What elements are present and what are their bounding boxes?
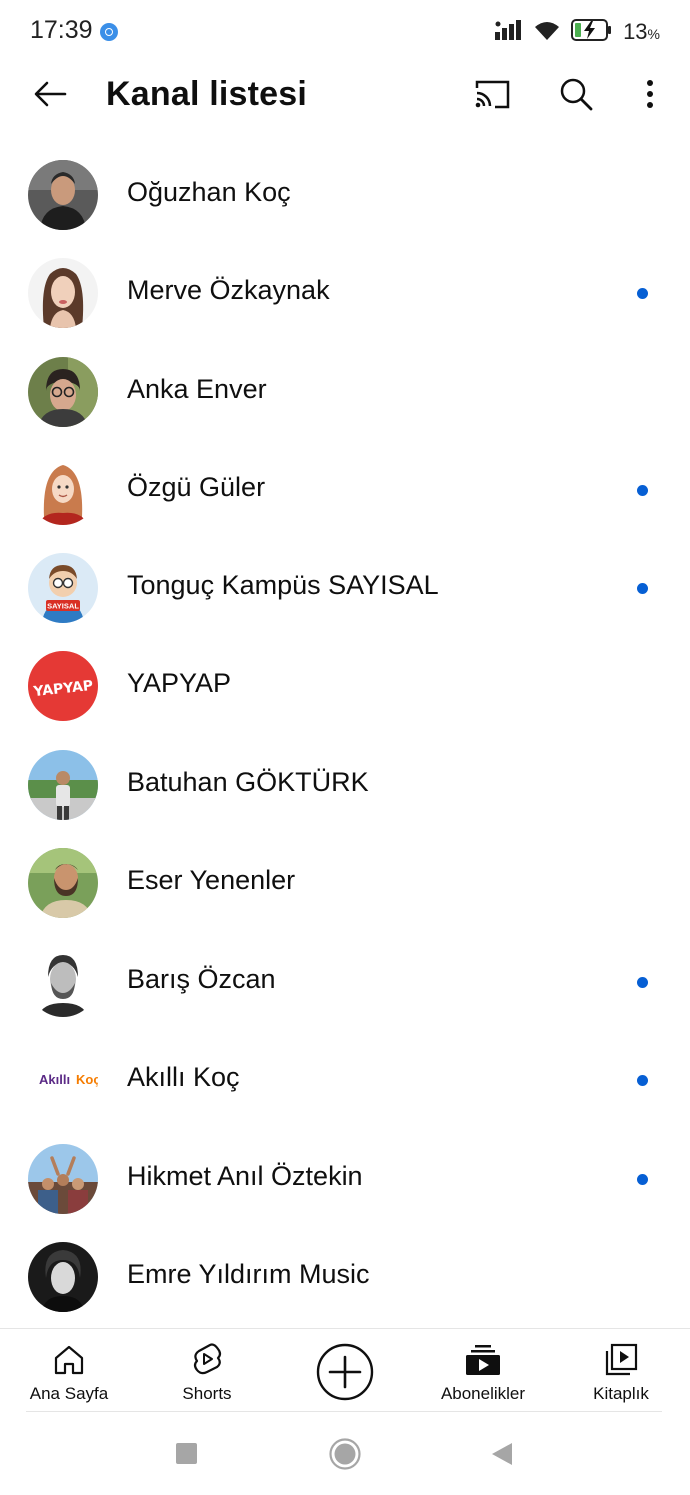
channel-avatar: Akıllı Koç bbox=[28, 1045, 98, 1115]
recent-apps-icon[interactable] bbox=[176, 1443, 197, 1464]
akilli-koc-logo-part2: Koç bbox=[76, 1072, 98, 1087]
new-content-dot bbox=[637, 1075, 648, 1086]
channel-name: YAPYAP bbox=[127, 668, 232, 698]
channel-avatar: YAPYAP bbox=[28, 651, 98, 721]
nav-home[interactable]: Ana Sayfa bbox=[0, 1329, 138, 1413]
library-icon bbox=[602, 1341, 640, 1379]
nav-divider bbox=[26, 1411, 662, 1412]
channel-name: Özgü Güler bbox=[127, 472, 266, 502]
more-vert-icon bbox=[647, 80, 653, 108]
channel-name: Merve Özkaynak bbox=[127, 275, 330, 305]
nav-library[interactable]: Kitaplık bbox=[552, 1329, 690, 1413]
channel-row[interactable]: Akıllı Koç Akıllı Koç bbox=[0, 1031, 690, 1129]
home-icon bbox=[50, 1341, 88, 1379]
akilli-koc-logo-part1: Akıllı bbox=[39, 1072, 70, 1087]
channel-row[interactable]: Özgü Güler bbox=[0, 441, 690, 539]
notification-badge-icon bbox=[100, 23, 118, 41]
nav-home-label: Ana Sayfa bbox=[29, 1384, 109, 1403]
channel-row[interactable]: SAYISAL Tonguç Kampüs SAYISAL bbox=[0, 539, 690, 637]
channel-name: Barış Özcan bbox=[127, 964, 276, 994]
channel-avatar bbox=[28, 947, 98, 1017]
back-button[interactable] bbox=[28, 72, 72, 116]
channel-avatar bbox=[28, 1242, 98, 1312]
page-title: Kanal listesi bbox=[106, 75, 308, 113]
shorts-icon bbox=[188, 1341, 226, 1379]
search-icon bbox=[560, 78, 593, 111]
channel-name: Batuhan GÖKTÜRK bbox=[127, 767, 369, 797]
channel-row[interactable]: Emre Yıldırım Music bbox=[0, 1228, 690, 1326]
back-arrow-icon bbox=[34, 81, 67, 107]
nav-library-label: Kitaplık bbox=[593, 1384, 649, 1403]
new-content-dot bbox=[637, 583, 648, 594]
channel-avatar bbox=[28, 160, 98, 230]
channel-list: Oğuzhan Koç Merve Özkaynak Anka Enver Öz… bbox=[0, 146, 690, 1328]
channel-row[interactable]: Hikmet Anıl Öztekin bbox=[0, 1130, 690, 1228]
subscriptions-icon bbox=[464, 1341, 502, 1379]
channel-avatar bbox=[28, 848, 98, 918]
channel-name: Tonguç Kampüs SAYISAL bbox=[127, 570, 439, 600]
battery-charging-icon bbox=[571, 18, 613, 47]
channel-name: Anka Enver bbox=[127, 374, 267, 404]
new-content-dot bbox=[637, 977, 648, 988]
channel-avatar bbox=[28, 455, 98, 525]
nav-subscriptions[interactable]: Abonelikler bbox=[414, 1329, 552, 1413]
app-bar: Kanal listesi bbox=[0, 64, 690, 126]
channel-avatar bbox=[28, 1144, 98, 1214]
channel-avatar bbox=[28, 750, 98, 820]
channel-avatar bbox=[28, 258, 98, 328]
create-button[interactable] bbox=[316, 1343, 374, 1401]
signal-icon bbox=[495, 19, 523, 45]
bottom-navigation: Ana Sayfa Shorts Abonelikler Kitaplık bbox=[0, 1328, 690, 1413]
channel-name: Eser Yenenler bbox=[127, 865, 296, 895]
tonguc-logo-text: SAYISAL bbox=[47, 602, 79, 611]
battery-percent-value: 13 bbox=[623, 19, 648, 44]
cast-icon bbox=[475, 80, 510, 109]
status-right-group: 13% bbox=[495, 14, 660, 50]
new-content-dot bbox=[637, 1174, 648, 1185]
channel-row[interactable]: Merve Özkaynak bbox=[0, 244, 690, 342]
channel-row[interactable]: Anka Enver bbox=[0, 343, 690, 441]
home-button-icon[interactable] bbox=[329, 1438, 361, 1470]
status-bar: 17:39 13% bbox=[0, 0, 690, 64]
wifi-icon bbox=[533, 19, 561, 46]
more-options-button[interactable] bbox=[628, 72, 672, 116]
channel-name: Oğuzhan Koç bbox=[127, 177, 291, 207]
channel-name: Hikmet Anıl Öztekin bbox=[127, 1161, 363, 1191]
cast-button[interactable] bbox=[470, 72, 514, 116]
nav-shorts[interactable]: Shorts bbox=[138, 1329, 276, 1413]
nav-shorts-label: Shorts bbox=[182, 1384, 232, 1403]
battery-percent-unit: % bbox=[647, 26, 660, 42]
channel-row[interactable]: Oğuzhan Koç bbox=[0, 146, 690, 244]
create-plus-icon bbox=[316, 1343, 374, 1401]
search-button[interactable] bbox=[554, 72, 598, 116]
new-content-dot bbox=[637, 288, 648, 299]
channel-avatar bbox=[28, 357, 98, 427]
channel-row[interactable]: Batuhan GÖKTÜRK bbox=[0, 736, 690, 834]
new-content-dot bbox=[637, 485, 648, 496]
channel-name: Akıllı Koç bbox=[127, 1062, 240, 1092]
battery-percent: 13% bbox=[623, 19, 660, 45]
system-navigation-bar bbox=[0, 1413, 690, 1495]
back-triangle-icon[interactable] bbox=[490, 1441, 514, 1467]
nav-subscriptions-label: Abonelikler bbox=[440, 1384, 526, 1403]
channel-row[interactable]: YAPYAP YAPYAP bbox=[0, 637, 690, 735]
channel-row[interactable]: Eser Yenenler bbox=[0, 834, 690, 932]
channel-row[interactable]: Barış Özcan bbox=[0, 933, 690, 1031]
status-time: 17:39 bbox=[30, 16, 93, 44]
channel-name: Emre Yıldırım Music bbox=[127, 1259, 370, 1289]
channel-avatar: SAYISAL bbox=[28, 553, 98, 623]
